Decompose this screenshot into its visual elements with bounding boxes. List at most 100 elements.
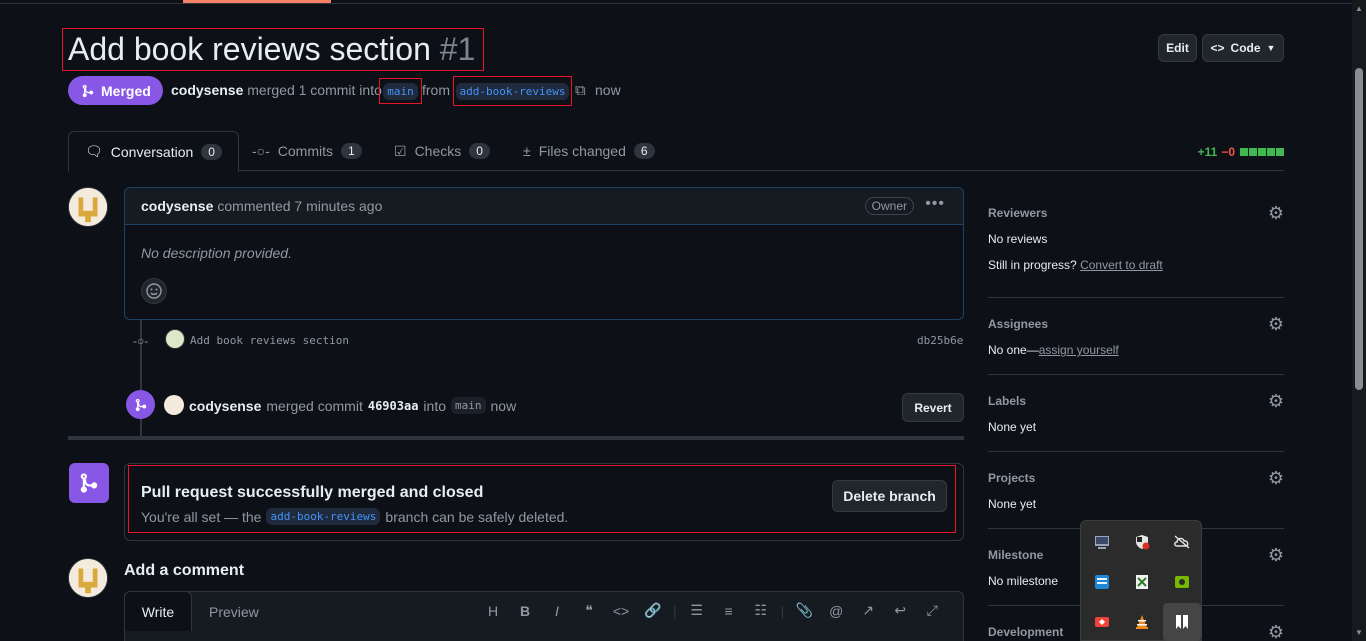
bold-icon[interactable]: B [509, 603, 541, 619]
merged-status-label: Merged [101, 82, 151, 99]
scrollbar-thumb[interactable] [1355, 68, 1363, 390]
commit-icon: -○- [252, 143, 270, 159]
code-icon[interactable]: <> [605, 603, 637, 619]
italic-icon[interactable]: I [541, 603, 573, 619]
comment-header: codysense commented 7 minutes ago Owner … [125, 188, 963, 225]
comment-card: codysense commented 7 minutes ago Owner … [124, 187, 964, 320]
add-reaction-button[interactable] [141, 278, 167, 304]
quote-icon[interactable]: ❝ [573, 602, 605, 619]
merge-event-into: into [423, 397, 446, 414]
app-blue-icon[interactable] [1083, 563, 1121, 601]
scroll-down-icon[interactable]: ▼ [1355, 628, 1363, 637]
tab-write[interactable]: Write [124, 591, 192, 631]
commit-message[interactable]: Add book reviews section [190, 334, 349, 347]
tab-commits[interactable]: -○- Commits 1 [252, 131, 362, 171]
draft-prompt: Still in progress? Convert to draft [988, 258, 1163, 272]
cloud-off-icon[interactable] [1163, 523, 1201, 561]
monitor-icon[interactable] [1083, 523, 1121, 561]
labels-heading[interactable]: Labels [988, 394, 1026, 408]
page-scrollbar[interactable]: ▲ ▼ [1352, 0, 1366, 641]
reply-icon[interactable]: ↩ [884, 602, 916, 619]
gear-icon[interactable]: ⚙ [1268, 391, 1284, 412]
merge-time: now [595, 82, 621, 98]
gear-icon[interactable]: ⚙ [1268, 545, 1284, 566]
gear-icon[interactable]: ⚙ [1268, 622, 1284, 641]
gear-icon[interactable]: ⚙ [1268, 468, 1284, 489]
reviewers-heading[interactable]: Reviewers [988, 206, 1047, 220]
tab-conversation-count: 0 [201, 143, 222, 160]
tab-conversation[interactable]: 🗨 Conversation 0 [68, 131, 239, 172]
fullscreen-icon[interactable]: ⤢ [916, 602, 948, 619]
attach-icon[interactable]: 📎 [788, 602, 820, 619]
code-icon: <> [1210, 41, 1225, 55]
merge-event-branch[interactable]: main [451, 397, 486, 414]
base-branch[interactable]: main [383, 82, 418, 100]
sidebar-reviewers: Reviewers ⚙ No reviews Still in progress… [988, 203, 1284, 298]
cross-reference-icon[interactable]: ↗ [852, 602, 884, 619]
heading-icon[interactable]: H [477, 603, 509, 619]
gear-icon[interactable]: ⚙ [1268, 314, 1284, 335]
projects-heading[interactable]: Projects [988, 471, 1035, 485]
merge-commit-sha[interactable]: 46903aa [368, 399, 419, 413]
tab-preview[interactable]: Preview [209, 604, 259, 620]
avatar[interactable] [68, 558, 108, 598]
add-comment-heading: Add a comment [124, 562, 245, 579]
head-branch[interactable]: add-book-reviews [455, 82, 570, 100]
link-icon[interactable]: 🔗 [637, 602, 669, 619]
base-branch-box[interactable]: main [379, 78, 422, 104]
convert-to-draft-link[interactable]: Convert to draft [1080, 258, 1163, 272]
commit-avatar[interactable] [165, 329, 185, 349]
merge-event-avatar[interactable] [164, 395, 184, 415]
tab-files-changed[interactable]: ± Files changed 6 [523, 131, 655, 171]
nvidia-icon[interactable] [1163, 563, 1201, 601]
gear-icon[interactable]: ⚙ [1268, 203, 1284, 224]
toolbar-divider: | [780, 602, 785, 619]
owner-badge: Owner [864, 197, 914, 215]
mention-icon[interactable]: @ [820, 603, 852, 619]
vlc-icon[interactable] [1123, 603, 1161, 641]
kebab-menu-icon[interactable]: ••• [925, 195, 945, 213]
milestone-heading[interactable]: Milestone [988, 548, 1043, 562]
task-list-icon[interactable]: ☷ [745, 602, 777, 619]
copy-icon[interactable]: ⧉ [575, 82, 586, 99]
shield-x-icon[interactable] [1123, 523, 1161, 561]
ordered-list-icon[interactable]: ☰ [681, 602, 713, 619]
commit-sha[interactable]: db25b6e [917, 334, 963, 347]
scroll-up-icon[interactable]: ▲ [1355, 4, 1363, 13]
merged-icon-badge [69, 463, 109, 503]
draft-prompt-text: Still in progress? [988, 258, 1077, 272]
tab-commits-label: Commits [277, 143, 334, 159]
tab-files-changed-label: Files changed [538, 143, 626, 159]
head-branch-box[interactable]: add-book-reviews [453, 76, 572, 106]
notepad-icon[interactable] [1123, 563, 1161, 601]
merge-status-highlight: Pull request successfully merged and clo… [128, 465, 956, 533]
edit-button[interactable]: Edit [1158, 34, 1197, 62]
merge-event-author[interactable]: codysense [189, 398, 261, 414]
checklist-icon: ☑ [394, 142, 407, 159]
avatar[interactable] [68, 187, 108, 227]
milestone-value: No milestone [988, 574, 1059, 588]
diffstat-deletions: −0 [1221, 145, 1235, 159]
code-button[interactable]: <> Code ▼ [1202, 34, 1284, 62]
comment-author[interactable]: codysense [141, 198, 213, 214]
comment-time[interactable]: commented 7 minutes ago [217, 198, 382, 214]
revert-button[interactable]: Revert [902, 393, 964, 422]
assignees-heading[interactable]: Assignees [988, 317, 1048, 331]
delete-branch-button[interactable]: Delete branch [832, 480, 947, 512]
author-link[interactable]: codysense [171, 82, 243, 98]
tab-checks[interactable]: ☑ Checks 0 [394, 131, 490, 171]
tab-conversation-label: Conversation [110, 143, 194, 160]
merge-summary: codysense merged 1 commit into [171, 82, 382, 98]
assignees-none: No one— [988, 343, 1039, 357]
assign-yourself-link[interactable]: assign yourself [1039, 343, 1119, 357]
bookmark-icon[interactable] [1163, 603, 1201, 641]
merge-box-branch[interactable]: add-book-reviews [266, 508, 381, 525]
pr-title-text: Add book reviews section [68, 31, 431, 67]
anydesk-icon[interactable] [1083, 603, 1121, 641]
unordered-list-icon[interactable]: ≡ [713, 603, 745, 619]
pr-tabs: 🗨 Conversation 0 -○- Commits 1 ☑ Checks … [68, 131, 1284, 172]
timeline-divider [68, 436, 964, 440]
merge-box-title: Pull request successfully merged and clo… [141, 484, 484, 501]
merge-event-badge [126, 390, 155, 419]
development-heading[interactable]: Development [988, 625, 1063, 639]
